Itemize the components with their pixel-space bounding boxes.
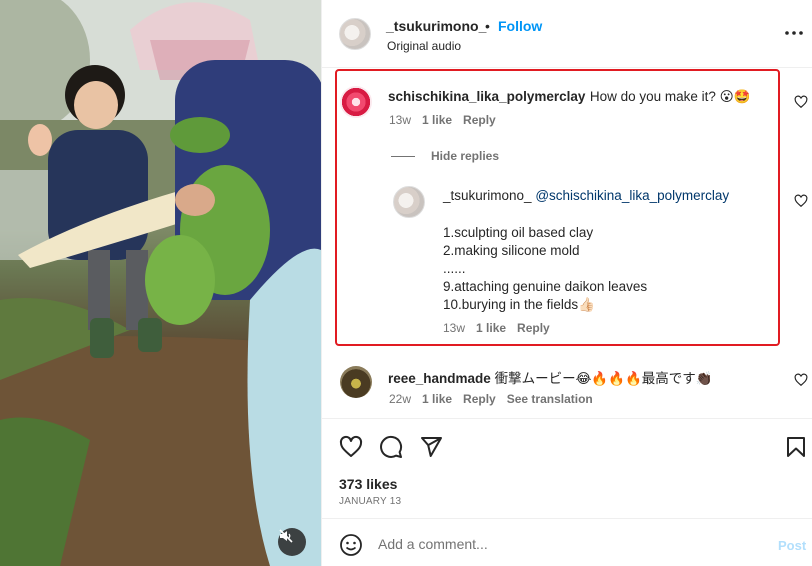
author-username[interactable]: _tsukurimono_ (386, 18, 486, 34)
reply-line: 2.making silicone mold (443, 243, 580, 258)
reply-header: _tsukurimono_ @schischikina_lika_polymer… (443, 188, 729, 203)
more-options-button[interactable] (783, 22, 805, 44)
reply-line: 1.sculpting oil based clay (443, 225, 594, 240)
reply-avatar[interactable] (393, 186, 425, 218)
reply-mention[interactable]: @schischikina_lika_polymerclay (535, 188, 729, 203)
likes-count[interactable]: 373 likes (339, 476, 397, 492)
comments-panel: _tsukurimono_ • Follow Original audio sc… (321, 0, 812, 566)
bookmark-icon[interactable] (784, 435, 808, 459)
share-icon[interactable] (419, 435, 443, 459)
reply-reply-button[interactable]: Reply (517, 321, 550, 335)
reply-line: 10.burying in the fields👍🏻 (443, 297, 595, 312)
comment-meta: 13w 1 like Reply (389, 113, 496, 127)
comment-body: schischikina_lika_polymerclay How do you… (388, 88, 751, 106)
comment-like-icon[interactable] (794, 373, 808, 387)
comment-likes[interactable]: 1 like (422, 392, 452, 406)
comment-text: How do you make it? 😮🤩 (589, 89, 751, 104)
comment-like-icon[interactable] (794, 95, 808, 109)
reply-like-icon[interactable] (794, 194, 808, 208)
emoji-icon[interactable] (339, 533, 363, 557)
reply-likes[interactable]: 1 like (476, 321, 506, 335)
audio-label[interactable]: Original audio (387, 39, 461, 53)
see-translation-button[interactable]: See translation (507, 392, 593, 406)
comment-username[interactable]: schischikina_lika_polymerclay (388, 89, 585, 104)
post-header: _tsukurimono_ • Follow Original audio (322, 0, 812, 68)
comment-age[interactable]: 13w (389, 113, 411, 127)
post-actions: 373 likes JANUARY 13 (322, 418, 812, 518)
hide-replies-button[interactable]: Hide replies (391, 149, 499, 163)
mute-button[interactable] (278, 528, 306, 556)
post-button[interactable]: Post (778, 538, 806, 553)
comment-username[interactable]: reee_handmade (388, 371, 491, 386)
follow-button[interactable]: Follow (498, 18, 542, 34)
separator-dot: • (485, 18, 490, 34)
reply-text: 1.sculpting oil based clay 2.making sili… (443, 224, 647, 314)
reply-line: ...... (443, 261, 466, 276)
heart-icon[interactable] (339, 435, 363, 459)
comment-age[interactable]: 22w (389, 392, 411, 406)
comment-icon[interactable] (379, 435, 403, 459)
commenter-avatar[interactable] (340, 86, 372, 118)
add-comment-bar: Post (322, 518, 812, 566)
comment-meta: 22w 1 like Reply See translation (389, 392, 593, 406)
commenter-avatar[interactable] (340, 366, 372, 398)
comment-text: 衝撃ムービー😂🔥🔥🔥最高です👏🏿 (494, 371, 713, 386)
post-video[interactable] (0, 0, 321, 566)
replies-divider (391, 155, 415, 157)
video-frame (0, 0, 321, 566)
author-avatar[interactable] (339, 18, 371, 50)
comment-likes[interactable]: 1 like (422, 113, 452, 127)
reply-button[interactable]: Reply (463, 113, 496, 127)
reply-meta: 13w 1 like Reply (443, 321, 550, 335)
speaker-muted-icon (279, 529, 293, 543)
comment-body: reee_handmade 衝撃ムービー😂🔥🔥🔥最高です👏🏿 (388, 367, 713, 387)
post-date: JANUARY 13 (339, 496, 402, 507)
more-horizontal-icon (785, 31, 803, 35)
hide-replies-label: Hide replies (431, 149, 500, 163)
reply-username[interactable]: _tsukurimono_ (443, 188, 532, 203)
reply-button[interactable]: Reply (463, 392, 496, 406)
comment-input[interactable] (378, 531, 758, 557)
reply-age[interactable]: 13w (443, 321, 465, 335)
reply-line: 9.attaching genuine daikon leaves (443, 279, 648, 294)
